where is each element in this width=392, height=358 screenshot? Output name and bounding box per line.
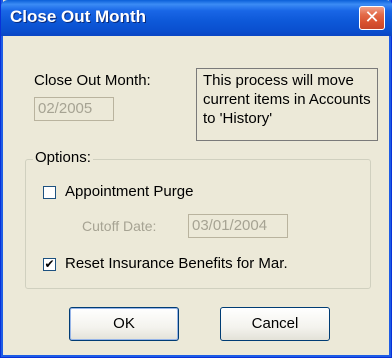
appointment-purge-label[interactable]: Appointment Purge	[65, 183, 193, 200]
close-icon[interactable]: ✕	[359, 6, 385, 30]
window-title: Close Out Month	[10, 7, 146, 26]
cutoff-date-field[interactable]: 03/01/2004	[188, 214, 288, 238]
close-out-month-field[interactable]: 02/2005	[34, 97, 114, 121]
cutoff-date-label: Cutoff Date:	[82, 218, 157, 234]
close-out-month-dialog: Close Out Month ✕ Close Out Month: 02/20…	[0, 0, 392, 358]
reset-benefits-checkbox[interactable]: ✔	[43, 258, 56, 271]
close-out-month-label: Close Out Month:	[34, 72, 151, 89]
options-title: Options:	[33, 149, 93, 166]
cancel-button[interactable]: Cancel	[220, 307, 330, 341]
title-bar[interactable]: Close Out Month ✕	[1, 0, 392, 36]
ok-button[interactable]: OK	[69, 307, 179, 341]
info-message: This process will move current items in …	[196, 68, 378, 141]
reset-benefits-label[interactable]: Reset Insurance Benefits for Mar.	[65, 255, 288, 272]
appointment-purge-checkbox[interactable]	[43, 186, 56, 199]
